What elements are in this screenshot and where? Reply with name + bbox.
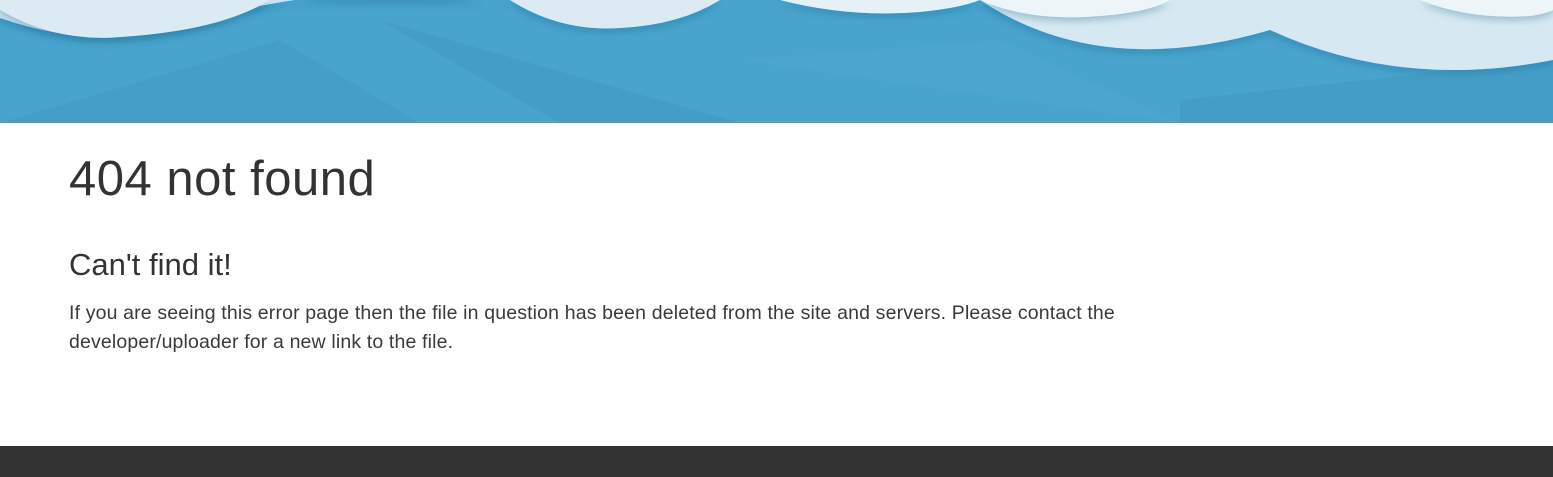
error-heading: Can't find it! xyxy=(69,247,232,282)
page-title: 404 not found xyxy=(69,152,376,206)
cloud-layer-front xyxy=(0,0,270,38)
error-message: If you are seeing this error page then t… xyxy=(69,302,1115,353)
cloud-banner-graphic xyxy=(0,0,1553,123)
main-content: 404 not found Can't find it! If you are … xyxy=(69,123,1289,357)
footer xyxy=(0,446,1553,477)
hero-banner xyxy=(0,0,1553,123)
